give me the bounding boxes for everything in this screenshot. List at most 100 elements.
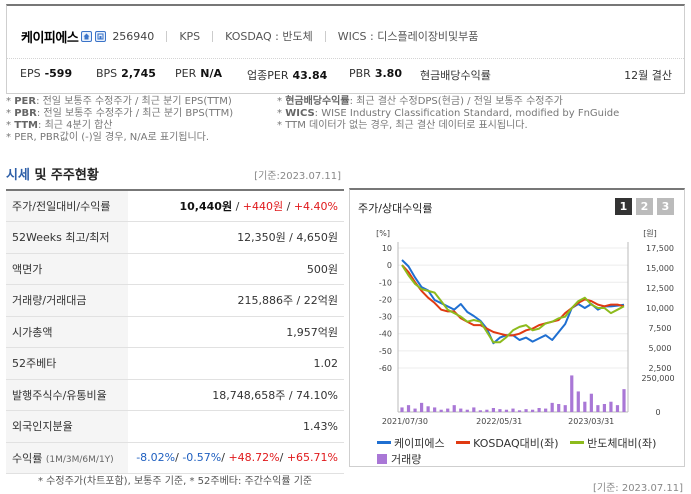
- divider: [7, 58, 684, 59]
- volume-bar: [622, 389, 626, 412]
- legend-swatch: [377, 453, 387, 464]
- table-row: 52Weeks 최고/최저 12,350원 / 4,650원: [6, 221, 344, 254]
- volume-bar: [602, 404, 607, 412]
- section-title: 시세 및 주주현황: [6, 168, 99, 183]
- volume-bar: [400, 407, 404, 412]
- volume-bar: [517, 410, 522, 412]
- volume-bar: [544, 408, 548, 412]
- base-date-bottom: [기준: 2023.07.11]: [592, 483, 683, 494]
- legend-volume[interactable]: 거래량: [377, 451, 421, 467]
- left-tick-label: -30: [379, 313, 392, 322]
- volume-bar: [615, 405, 620, 412]
- left-tick-label: -50: [379, 347, 392, 356]
- volume-tick-label: 250,000: [641, 374, 674, 383]
- volume-bar: [452, 405, 456, 412]
- note-wics: * WICS: WISE Industry Classification Sta…: [277, 108, 620, 119]
- right-unit-label: [원]: [643, 229, 657, 238]
- volume-bar: [563, 405, 567, 412]
- row-value: 12,350원 / 4,650원: [128, 221, 344, 254]
- volume-bar: [557, 404, 561, 412]
- volume-bar: [406, 405, 411, 412]
- legend-swatch: [570, 441, 585, 444]
- volume-bar: [491, 408, 496, 412]
- volume-bar: [609, 401, 613, 412]
- metric-row: EPS -599 BPS 2,745 PER N/A 업종PER 43.84 PBR 3.…: [20, 67, 672, 82]
- home-icon[interactable]: [81, 30, 93, 42]
- row-label: 거래량/거래대금: [6, 284, 128, 317]
- right-tick-label: 15,000: [646, 264, 674, 273]
- volume-bar: [419, 402, 424, 412]
- row-label: 시가총액: [6, 316, 128, 348]
- left-unit-label: [%]: [376, 229, 390, 238]
- left-tick-label: -40: [379, 330, 392, 339]
- row-label: 액면가: [6, 253, 128, 285]
- volume-bar: [439, 409, 443, 412]
- note-ttm-missing: * TTM 데이터가 없는 경우, 최근 결산 데이터로 표시됩니다.: [277, 120, 528, 131]
- meta-market: KOSDAQ : 반도체: [212, 30, 313, 42]
- volume-bar: [465, 409, 469, 412]
- x-tick-label: 2023/03/31: [568, 417, 614, 426]
- table-row: 외국인지분율 1.43%: [6, 410, 344, 443]
- table-row: 주가/전일대비/수익률 10,440원 / +440원 / +4.40%: [6, 190, 344, 222]
- legend-swatch: [456, 441, 471, 444]
- volume-bar: [478, 410, 482, 412]
- right-tick-label: 10,000: [646, 304, 674, 313]
- row-label: 52Weeks 최고/최저: [6, 221, 128, 254]
- volume-bar: [596, 405, 600, 412]
- row-value: -8.02%/ -0.57%/ +48.72%/ +65.71%: [128, 442, 344, 474]
- chart-panel: 주가/상대수익률 1 2 3 10 0 -10 -20 -30 -40 -50 -60 [%][…: [349, 188, 685, 467]
- volume-bar: [485, 409, 489, 412]
- row-value: 10,440원 / +440원 / +4.40%: [128, 190, 344, 222]
- metric-pbr: PBR 3.80: [349, 67, 402, 80]
- right-tick-label: 17,500: [646, 244, 674, 253]
- right-tick-label: 12,500: [646, 284, 674, 293]
- table-row: 수익률 (1M/3M/6M/1Y) -8.02%/ -0.57%/ +48.72…: [6, 442, 344, 474]
- return-3m: -0.57%: [182, 451, 222, 465]
- note-dividend: * 현금배당수익률: 최근 결산 수정DPS(현금) / 전일 보통주 수정주가: [277, 96, 563, 107]
- volume-bar: [576, 391, 580, 412]
- volume-bar: [570, 375, 574, 412]
- row-value: 1.02: [128, 347, 344, 380]
- volume-bar: [413, 408, 417, 412]
- legend-semiconductor[interactable]: 반도체대비(좌): [570, 435, 656, 451]
- left-tick-label: 0: [387, 261, 392, 270]
- price-chart: 10 0 -10 -20 -30 -40 -50 -60 [%] [원] 17,500 15,000 1…: [376, 229, 674, 426]
- volume-bar: [433, 407, 437, 412]
- volume-bar: [537, 408, 541, 412]
- company-row: 케이피에스 256940 KPS KOSDAQ : 반도체 WICS : 디스플…: [21, 26, 478, 46]
- row-label: 52주베타: [6, 347, 128, 380]
- table-row: 액면가 500원: [6, 253, 344, 285]
- row-value: 1.43%: [128, 410, 344, 443]
- row-value: 215,886주 / 22억원: [128, 284, 344, 317]
- note-per: * PER: 전일 보통주 수정주가 / 최근 분기 EPS(TTM): [6, 96, 232, 107]
- metric-bps: BPS 2,745: [96, 67, 156, 80]
- table-row: 52주베타 1.02: [6, 347, 344, 380]
- right-tick-label: 2,500: [649, 364, 672, 373]
- volume-bar: [498, 409, 502, 412]
- volume-bar: [459, 408, 463, 412]
- table-row: 시가총액 1,957억원: [6, 316, 344, 348]
- base-date: [기준:2023.07.11]: [254, 171, 341, 182]
- volume-bar: [472, 407, 476, 412]
- volume-bar: [583, 401, 587, 412]
- meta-wics: WICS : 디스플레이장비및부품: [324, 30, 478, 42]
- notes-right: * 현금배당수익률: 최근 결산 수정DPS(현금) / 전일 보통주 수정주가…: [277, 96, 619, 132]
- legend-kosdaq[interactable]: KOSDAQ대비(좌): [456, 435, 559, 451]
- row-label: 수익률 (1M/3M/6M/1Y): [6, 442, 128, 474]
- x-tick-label: 2022/05/31: [476, 417, 522, 426]
- metric-eps: EPS -599: [20, 67, 73, 80]
- meta-ticker: KPS: [166, 30, 200, 42]
- left-tick-label: 10: [382, 244, 392, 253]
- company-name[interactable]: 케이피에스: [21, 27, 79, 46]
- building-icon[interactable]: [95, 30, 107, 42]
- left-tick-label: -20: [379, 295, 392, 304]
- chart-legend: 케이피에스 KOSDAQ대비(좌) 반도체대비(좌) 거래량: [377, 434, 677, 467]
- left-tick-label: -10: [379, 278, 392, 287]
- row-label: 발행주식수/유통비율: [6, 379, 128, 411]
- metric-dividend-yield: 현금배당수익률: [420, 69, 491, 82]
- legend-kps[interactable]: 케이피에스: [377, 435, 445, 451]
- settlement-month: 12월 결산: [624, 69, 672, 82]
- volume-bar: [530, 409, 535, 412]
- right-tick-label: 7,500: [649, 324, 672, 333]
- volume-bar: [550, 402, 554, 412]
